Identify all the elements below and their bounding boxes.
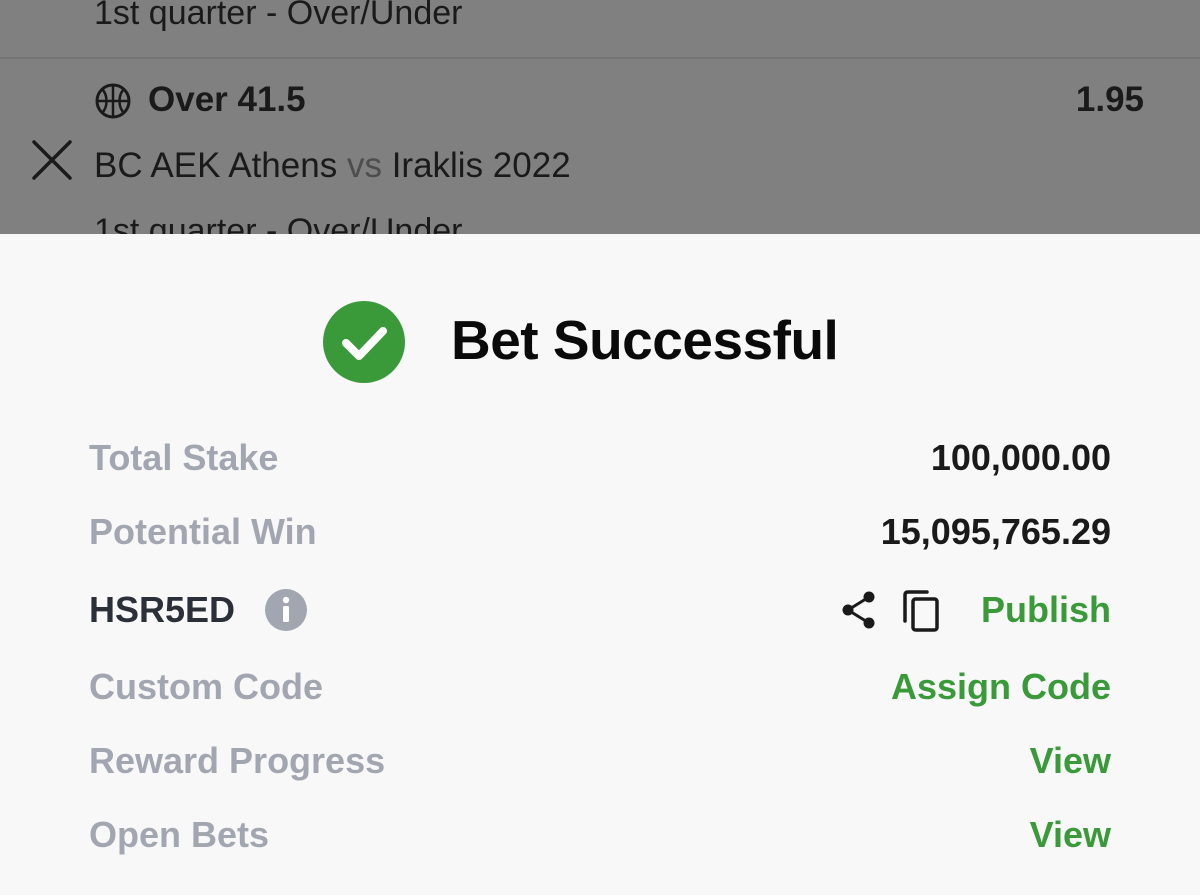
bet-success-sheet: Bet Successful Total Stake 100,000.00 Po… [0,234,1200,895]
share-icon[interactable] [839,589,879,631]
success-header: Bet Successful [0,298,1200,384]
custom-code-row: Custom Code Assign Code [89,666,1111,710]
reward-progress-view-link[interactable]: View [1030,740,1111,782]
previous-market-label: 1st quarter - Over/Under [94,0,463,32]
copy-icon[interactable] [901,589,941,633]
total-stake-value: 100,000.00 [930,437,1111,478]
away-team: Iraklis 2022 [391,146,571,185]
close-icon[interactable] [30,138,74,182]
potential-win-value: 15,095,765.29 [880,511,1111,552]
info-icon[interactable] [265,589,307,631]
success-title: Bet Successful [451,309,839,371]
selection-label: Over 41.5 [148,80,306,119]
custom-code-label: Custom Code [89,666,323,707]
betslip-background: 1st quarter - Over/Under Over 41.5 1.95 … [0,0,1200,234]
assign-code-link[interactable]: Assign Code [891,666,1111,708]
booking-code-row: HSR5ED Publish [89,589,1111,633]
potential-win-row: Potential Win 15,095,765.29 [89,511,1111,555]
home-team: BC AEK Athens [94,146,338,185]
selection-odds: 1.95 [1075,80,1144,119]
divider [0,57,1200,59]
total-stake-row: Total Stake 100,000.00 [89,437,1111,481]
booking-code: HSR5ED [89,589,236,630]
total-stake-label: Total Stake [89,437,279,478]
potential-win-label: Potential Win [89,511,317,552]
open-bets-row: Open Bets View [89,814,1111,858]
reward-progress-label: Reward Progress [89,740,386,781]
market-label: 1st quarter - Over/Under [94,212,463,234]
open-bets-view-link[interactable]: View [1030,814,1111,856]
publish-link[interactable]: Publish [981,589,1111,631]
basketball-icon [95,83,131,119]
reward-progress-row: Reward Progress View [89,740,1111,784]
match-name: BC AEK Athens vs Iraklis 2022 [94,146,571,186]
vs-label: vs [346,146,382,185]
open-bets-label: Open Bets [89,814,270,855]
check-circle-icon [323,301,405,383]
